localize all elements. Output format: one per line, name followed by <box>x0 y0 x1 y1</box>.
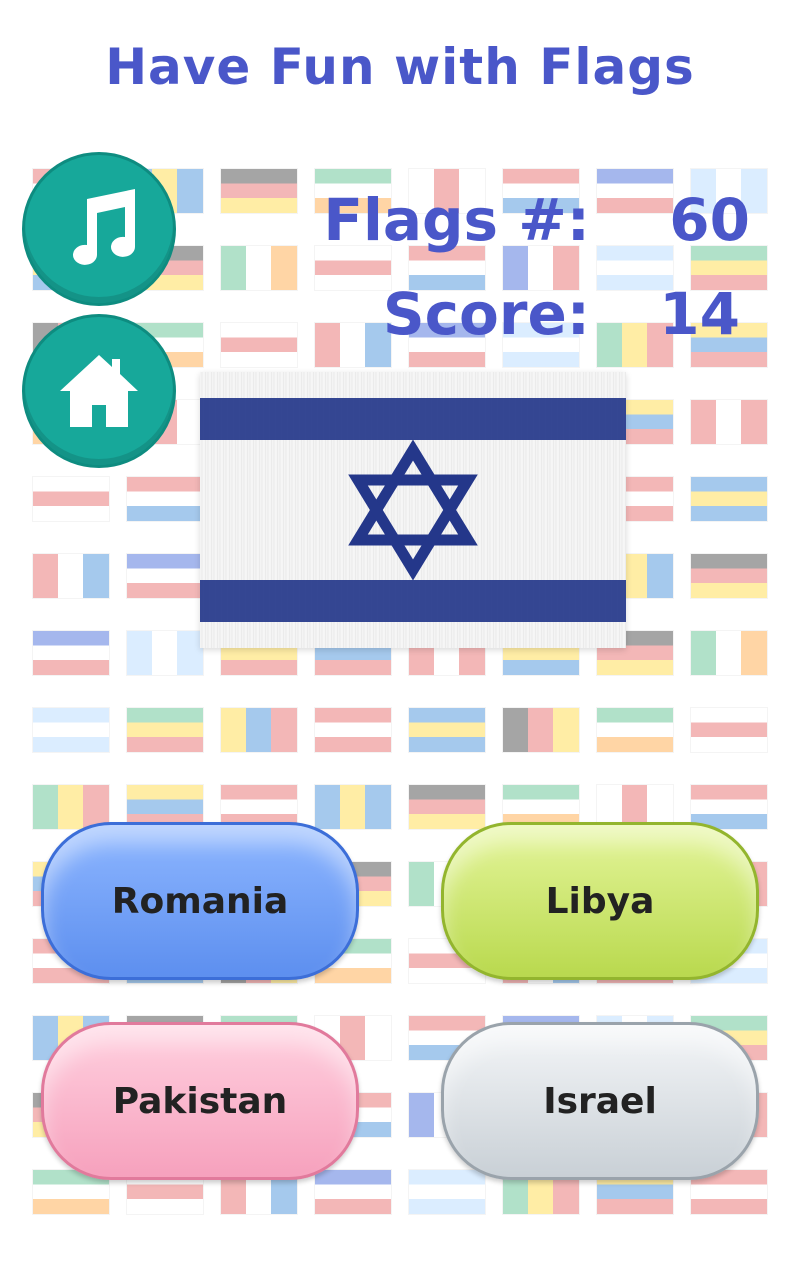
answer-button-1[interactable]: Romania <box>41 822 359 980</box>
answer-button-2[interactable]: Libya <box>441 822 759 980</box>
background-flag <box>408 707 486 753</box>
question-flag-image <box>200 372 626 648</box>
answer-button-3[interactable]: Pakistan <box>41 1022 359 1180</box>
home-icon <box>60 355 138 427</box>
background-flag <box>32 630 110 676</box>
background-flag <box>596 707 674 753</box>
background-flag <box>408 1169 486 1215</box>
background-flag <box>220 707 298 753</box>
answer-button-4[interactable]: Israel <box>441 1022 759 1180</box>
background-flag <box>314 1169 392 1215</box>
background-flag <box>126 707 204 753</box>
score-label: Score: <box>382 280 590 348</box>
background-flag <box>126 630 204 676</box>
background-flag <box>32 707 110 753</box>
background-flag <box>314 707 392 753</box>
flags-count-label: Flags #: <box>323 186 590 254</box>
background-flag <box>220 322 298 368</box>
score-value: 14 <box>659 280 740 348</box>
background-flag <box>690 476 768 522</box>
score-row: Score: 14 <box>383 280 740 348</box>
background-flag <box>408 784 486 830</box>
background-flag <box>32 553 110 599</box>
background-flag <box>690 630 768 676</box>
background-flag <box>690 553 768 599</box>
background-flag <box>502 707 580 753</box>
music-note-icon <box>73 189 135 265</box>
background-flag <box>314 784 392 830</box>
flags-count-value: 60 <box>669 186 750 254</box>
background-flag <box>32 476 110 522</box>
background-flag <box>690 707 768 753</box>
background-flag <box>220 168 298 214</box>
background-flag <box>314 322 392 368</box>
background-flag <box>126 476 204 522</box>
app-title: Have Fun with Flags <box>105 38 695 96</box>
background-flag <box>220 245 298 291</box>
background-flag <box>126 553 204 599</box>
music-toggle-button[interactable] <box>22 152 176 306</box>
israel-flag-icon <box>200 398 626 622</box>
background-flag <box>690 399 768 445</box>
home-button[interactable] <box>22 314 176 468</box>
flags-count-row: Flags #: 60 <box>323 186 750 254</box>
